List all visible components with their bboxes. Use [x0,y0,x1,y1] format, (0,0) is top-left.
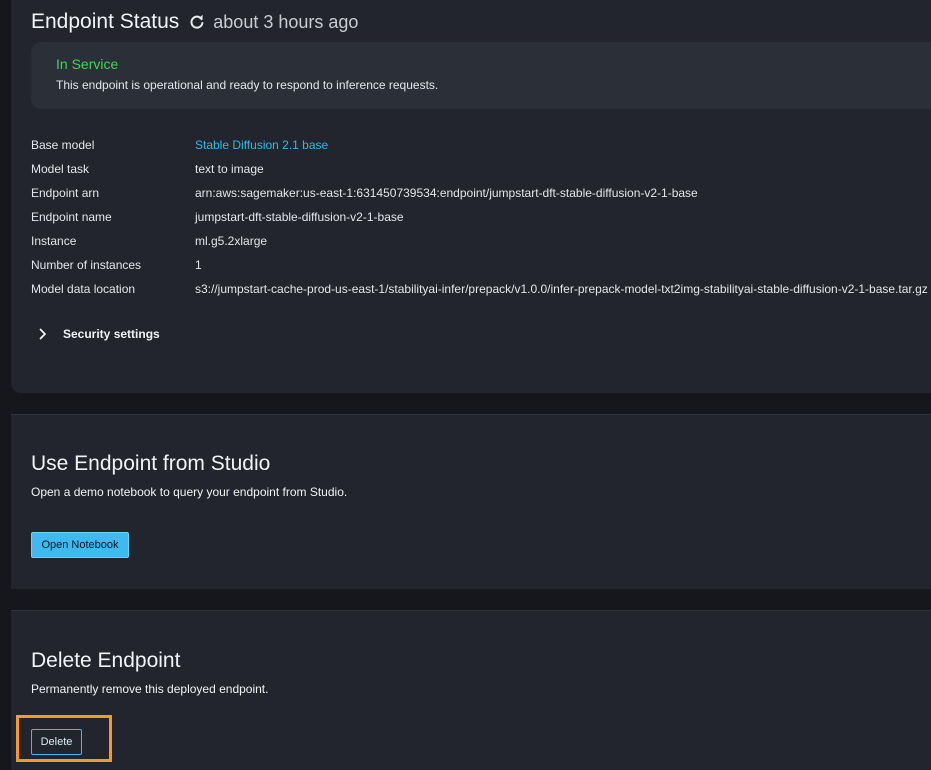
security-settings-label: Security settings [63,327,160,341]
studio-section-title: Use Endpoint from Studio [31,452,271,475]
detail-label: Number of instances [31,258,142,272]
detail-value: 1 [195,258,202,272]
detail-value: arn:aws:sagemaker:us-east-1:631450739534… [195,186,698,200]
detail-value: text to image [195,162,264,176]
studio-section-description: Open a demo notebook to query your endpo… [31,485,348,499]
base-model-link[interactable]: Stable Diffusion 2.1 base [195,138,328,152]
detail-value: jumpstart-dft-stable-diffusion-v2-1-base [195,210,404,224]
status-description: This endpoint is operational and ready t… [56,78,439,92]
open-notebook-button[interactable]: Open Notebook [31,532,129,558]
endpoint-status-title: Endpoint Status [31,10,180,33]
detail-label: Instance [31,234,77,248]
status-alert: In Service This endpoint is operational … [31,42,931,109]
detail-label: Model data location [31,282,136,296]
chevron-right-icon [37,328,49,340]
last-updated-text: about 3 hours ago [213,11,359,32]
detail-label: Endpoint name [31,210,112,224]
detail-value: ml.g5.2xlarge [195,234,268,248]
status-state-label: In Service [56,56,119,72]
refresh-icon[interactable] [189,14,205,30]
endpoint-status-header: Endpoint Status about 3 hours ago [31,8,358,36]
security-settings-toggle[interactable]: Security settings [37,325,160,343]
delete-section-description: Permanently remove this deployed endpoin… [31,682,269,696]
delete-button[interactable]: Delete [31,729,82,755]
use-endpoint-studio-panel [11,415,931,589]
detail-label: Model task [31,162,90,176]
detail-label: Endpoint arn [31,186,100,200]
detail-label: Base model [31,138,95,152]
detail-value: s3://jumpstart-cache-prod-us-east-1/stab… [195,282,928,296]
delete-section-title: Delete Endpoint [31,649,181,672]
